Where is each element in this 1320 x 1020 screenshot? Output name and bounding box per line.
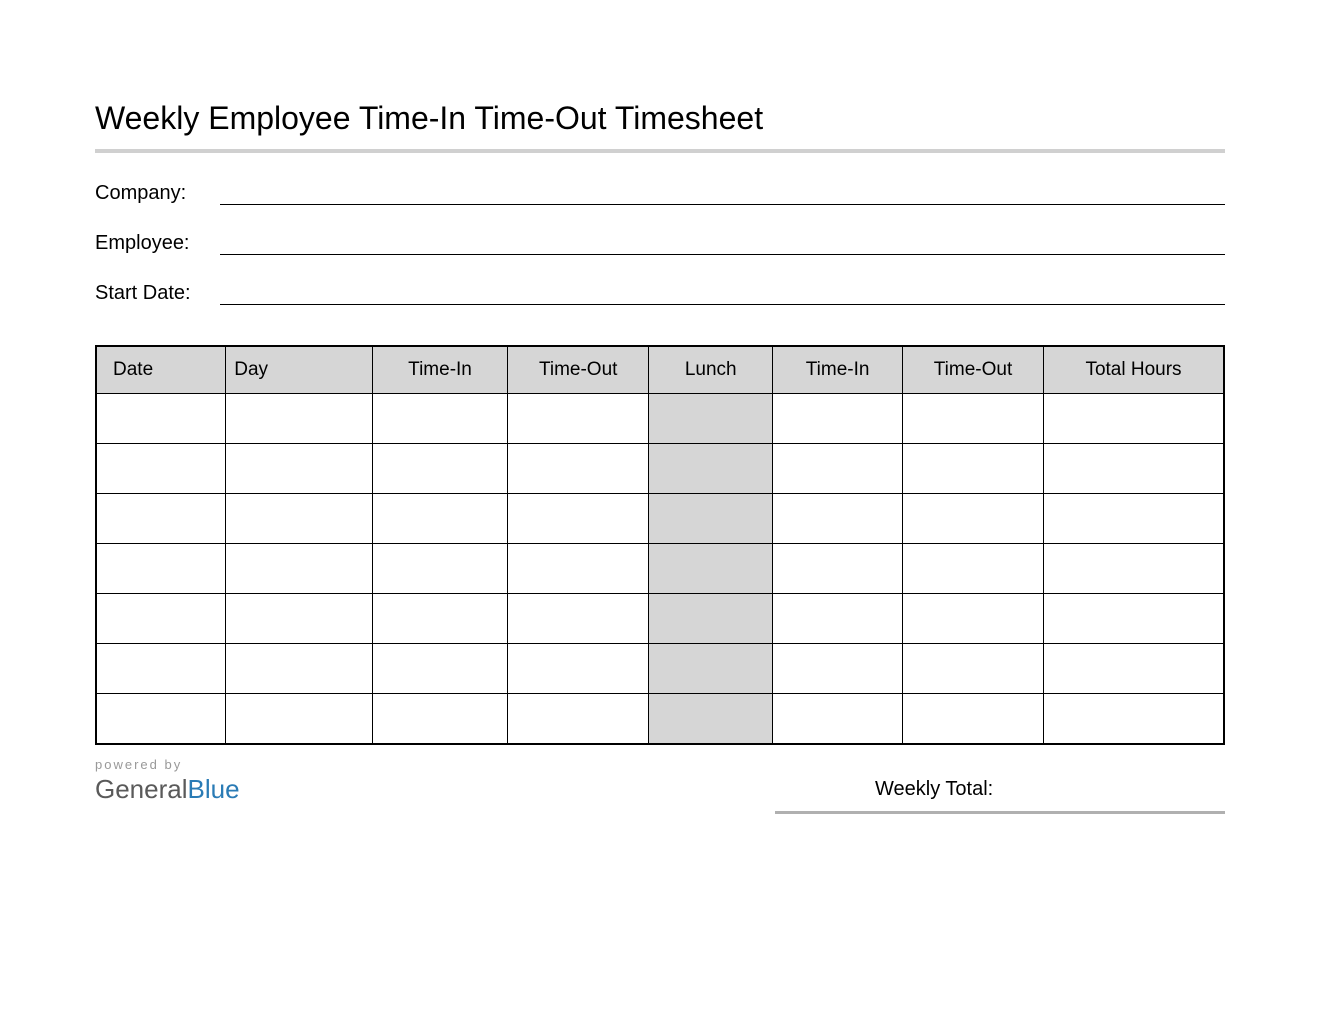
header-time-out-1: Time-Out	[508, 346, 649, 394]
cell-time-in-2[interactable]	[773, 394, 903, 444]
cell-time-in-1[interactable]	[372, 644, 507, 694]
header-date: Date	[96, 346, 226, 394]
cell-time-in-1[interactable]	[372, 694, 507, 744]
cell-lunch[interactable]	[649, 644, 773, 694]
cell-lunch[interactable]	[649, 494, 773, 544]
cell-date[interactable]	[96, 544, 226, 594]
logo-part-blue: Blue	[188, 774, 240, 804]
cell-time-out-2[interactable]	[903, 394, 1044, 444]
cell-day[interactable]	[226, 394, 373, 444]
cell-total-hours[interactable]	[1044, 594, 1225, 644]
company-label: Company:	[95, 182, 220, 205]
header-day: Day	[226, 346, 373, 394]
cell-time-out-1[interactable]	[508, 644, 649, 694]
cell-time-out-1[interactable]	[508, 494, 649, 544]
cell-day[interactable]	[226, 544, 373, 594]
cell-time-out-2[interactable]	[903, 594, 1044, 644]
cell-total-hours[interactable]	[1044, 444, 1225, 494]
cell-time-in-2[interactable]	[773, 694, 903, 744]
cell-time-in-2[interactable]	[773, 544, 903, 594]
header-total-hours: Total Hours	[1044, 346, 1225, 394]
table-row	[96, 694, 1224, 744]
weekly-total-label: Weekly Total:	[775, 778, 993, 801]
table-row	[96, 394, 1224, 444]
weekly-total-divider	[775, 811, 1225, 814]
cell-total-hours[interactable]	[1044, 494, 1225, 544]
cell-day[interactable]	[226, 694, 373, 744]
table-row	[96, 494, 1224, 544]
table-row	[96, 594, 1224, 644]
table-header-row: Date Day Time-In Time-Out Lunch Time-In …	[96, 346, 1224, 394]
employee-label: Employee:	[95, 232, 220, 255]
info-section: Company: Employee: Start Date:	[95, 181, 1225, 305]
cell-time-out-2[interactable]	[903, 444, 1044, 494]
cell-time-in-1[interactable]	[372, 394, 507, 444]
cell-time-in-2[interactable]	[773, 494, 903, 544]
title-divider	[95, 149, 1225, 153]
cell-date[interactable]	[96, 694, 226, 744]
cell-date[interactable]	[96, 394, 226, 444]
employee-input-line[interactable]	[220, 231, 1225, 255]
cell-time-in-1[interactable]	[372, 544, 507, 594]
cell-time-out-1[interactable]	[508, 594, 649, 644]
logo-text: GeneralBlue	[95, 774, 240, 805]
cell-total-hours[interactable]	[1044, 694, 1225, 744]
cell-time-out-1[interactable]	[508, 694, 649, 744]
company-input-line[interactable]	[220, 181, 1225, 205]
cell-date[interactable]	[96, 644, 226, 694]
start-date-row: Start Date:	[95, 281, 1225, 305]
cell-time-out-1[interactable]	[508, 544, 649, 594]
powered-by-text: powered by	[95, 757, 240, 772]
cell-lunch[interactable]	[649, 394, 773, 444]
cell-time-in-2[interactable]	[773, 644, 903, 694]
cell-total-hours[interactable]	[1044, 644, 1225, 694]
table-row	[96, 644, 1224, 694]
cell-lunch[interactable]	[649, 444, 773, 494]
cell-time-out-1[interactable]	[508, 394, 649, 444]
cell-date[interactable]	[96, 444, 226, 494]
cell-date[interactable]	[96, 494, 226, 544]
cell-time-in-1[interactable]	[372, 494, 507, 544]
logo-block: powered by GeneralBlue	[95, 757, 240, 805]
cell-day[interactable]	[226, 644, 373, 694]
cell-lunch[interactable]	[649, 694, 773, 744]
employee-row: Employee:	[95, 231, 1225, 255]
cell-time-in-2[interactable]	[773, 594, 903, 644]
weekly-total-value[interactable]	[1001, 775, 1225, 801]
cell-time-out-2[interactable]	[903, 644, 1044, 694]
header-time-in-2: Time-In	[773, 346, 903, 394]
cell-lunch[interactable]	[649, 544, 773, 594]
start-date-label: Start Date:	[95, 282, 220, 305]
cell-time-in-2[interactable]	[773, 444, 903, 494]
table-row	[96, 544, 1224, 594]
header-time-out-2: Time-Out	[903, 346, 1044, 394]
cell-time-in-1[interactable]	[372, 594, 507, 644]
cell-day[interactable]	[226, 594, 373, 644]
timesheet-table: Date Day Time-In Time-Out Lunch Time-In …	[95, 345, 1225, 745]
cell-time-out-2[interactable]	[903, 544, 1044, 594]
cell-lunch[interactable]	[649, 594, 773, 644]
cell-total-hours[interactable]	[1044, 544, 1225, 594]
table-row	[96, 444, 1224, 494]
logo-part-general: General	[95, 774, 188, 804]
cell-date[interactable]	[96, 594, 226, 644]
footer-area: powered by GeneralBlue Weekly Total:	[95, 757, 1225, 814]
cell-time-out-2[interactable]	[903, 694, 1044, 744]
start-date-input-line[interactable]	[220, 281, 1225, 305]
company-row: Company:	[95, 181, 1225, 205]
cell-day[interactable]	[226, 494, 373, 544]
weekly-total-block: Weekly Total:	[775, 757, 1225, 814]
cell-day[interactable]	[226, 444, 373, 494]
cell-time-in-1[interactable]	[372, 444, 507, 494]
cell-total-hours[interactable]	[1044, 394, 1225, 444]
document-title: Weekly Employee Time-In Time-Out Timeshe…	[95, 100, 1225, 137]
cell-time-out-1[interactable]	[508, 444, 649, 494]
cell-time-out-2[interactable]	[903, 494, 1044, 544]
header-lunch: Lunch	[649, 346, 773, 394]
header-time-in-1: Time-In	[372, 346, 507, 394]
